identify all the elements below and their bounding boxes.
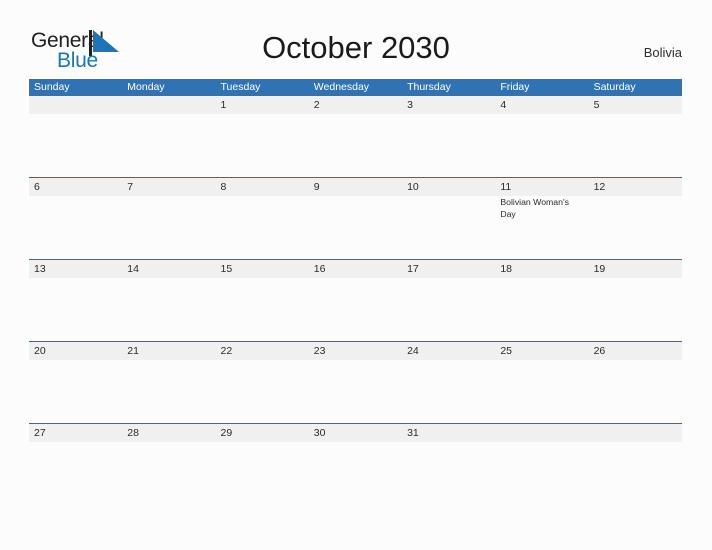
day-number: 5: [593, 99, 600, 111]
day-band: [29, 96, 123, 114]
day-number: 6: [34, 181, 40, 193]
day-cell[interactable]: 13: [29, 260, 123, 340]
day-number: 8: [220, 181, 227, 193]
day-cell[interactable]: 26: [588, 342, 682, 422]
weekday-header-row: Sunday Monday Tuesday Wednesday Thursday…: [29, 79, 682, 96]
region-label: Bolivia: [643, 45, 682, 60]
weekday-header-friday: Friday: [500, 81, 530, 93]
day-cell[interactable]: 12: [588, 178, 682, 258]
day-cell[interactable]: [495, 424, 589, 504]
day-cell[interactable]: [29, 96, 123, 176]
day-band: [402, 96, 496, 114]
day-band: [29, 178, 123, 196]
holiday-label: Bolivian Woman's Day: [500, 197, 569, 219]
day-number: 10: [407, 181, 419, 193]
week-row: 13 14 15 16 17 18 19: [29, 259, 682, 341]
page-title: October 2030: [262, 30, 450, 65]
day-number: 14: [127, 263, 139, 275]
day-number: 30: [313, 427, 326, 439]
day-cell[interactable]: 3: [402, 96, 496, 176]
day-cell[interactable]: 30: [308, 424, 403, 504]
day-cell[interactable]: 16: [308, 260, 403, 340]
weekday-header-saturday: Saturday: [593, 81, 636, 93]
day-number: 11: [500, 181, 512, 193]
weekday-header-thursday: Thursday: [407, 81, 451, 93]
week-row: 27 28 29 30 31: [29, 423, 682, 505]
day-cell[interactable]: 23: [308, 342, 403, 422]
day-cell[interactable]: 25: [495, 342, 589, 422]
day-cell[interactable]: [122, 96, 216, 176]
day-number: 19: [593, 263, 606, 275]
day-cell[interactable]: 5: [588, 96, 682, 176]
day-number: 29: [220, 427, 233, 439]
day-cell[interactable]: 28: [122, 424, 216, 504]
day-cell[interactable]: 27: [29, 424, 123, 504]
day-cell[interactable]: 17: [402, 260, 496, 340]
day-number: 27: [34, 427, 46, 439]
day-cell[interactable]: 18: [495, 260, 589, 340]
day-band: [588, 96, 682, 114]
week-row: 20 21 22 23 24 25 26: [29, 341, 682, 423]
day-band: [215, 178, 309, 196]
day-band: [122, 96, 216, 114]
day-band: [495, 424, 589, 442]
day-band: [122, 178, 216, 196]
day-number: 20: [34, 345, 46, 357]
day-cell[interactable]: 22: [215, 342, 309, 422]
weekday-header-wednesday: Wednesday: [313, 81, 370, 93]
day-cell[interactable]: 19: [588, 260, 682, 340]
day-band: [308, 96, 403, 114]
day-number: 25: [500, 345, 513, 357]
day-band: [215, 96, 309, 114]
day-band: [308, 178, 403, 196]
day-cell[interactable]: 21: [122, 342, 216, 422]
day-cell[interactable]: 15: [215, 260, 309, 340]
day-number: 4: [500, 99, 507, 111]
day-number: 22: [220, 345, 233, 357]
day-cell[interactable]: [588, 424, 682, 504]
calendar-grid: Sunday Monday Tuesday Wednesday Thursday…: [29, 79, 682, 505]
weekday-header-sunday: Sunday: [34, 81, 70, 93]
day-cell[interactable]: 6: [29, 178, 123, 258]
page-masthead: General Blue October 2030 Bolivia: [0, 0, 712, 79]
day-cell[interactable]: 4: [495, 96, 589, 176]
day-number: 28: [127, 427, 139, 439]
day-number: 16: [313, 263, 326, 275]
day-number: 24: [407, 345, 419, 357]
day-number: 3: [407, 99, 413, 111]
day-band: [495, 96, 589, 114]
day-number: 23: [313, 345, 326, 357]
day-cell[interactable]: 8: [215, 178, 309, 258]
weekday-header-tuesday: Tuesday: [220, 81, 261, 93]
day-cell[interactable]: 20: [29, 342, 123, 422]
day-number: 7: [127, 181, 134, 193]
day-number: 15: [220, 263, 233, 275]
day-number: 18: [500, 263, 513, 275]
day-cell[interactable]: 7: [122, 178, 216, 258]
day-cell[interactable]: 2: [308, 96, 403, 176]
day-number: 12: [593, 181, 606, 193]
day-cell-holiday[interactable]: 11 Bolivian Woman's Day: [495, 178, 589, 258]
day-number: 31: [407, 427, 419, 439]
day-cell[interactable]: 1: [215, 96, 309, 176]
day-number: 2: [313, 99, 320, 111]
day-number: 17: [407, 263, 419, 275]
day-number: 9: [313, 181, 320, 193]
week-row: 1 2 3 4 5: [29, 96, 682, 177]
day-cell[interactable]: 9: [308, 178, 403, 258]
day-number: 21: [127, 345, 139, 357]
day-number: 1: [220, 99, 227, 111]
day-number: 13: [34, 263, 46, 275]
week-row: 6 7 8 9 10 11 Bolivian Woman's Day 12: [29, 177, 682, 259]
weekday-header-monday: Monday: [127, 81, 165, 93]
day-cell[interactable]: 14: [122, 260, 216, 340]
day-cell[interactable]: 24: [402, 342, 496, 422]
day-cell[interactable]: 31: [402, 424, 496, 504]
day-band: [588, 424, 682, 442]
day-number: 26: [593, 345, 606, 357]
day-cell[interactable]: 10: [402, 178, 496, 258]
day-cell[interactable]: 29: [215, 424, 309, 504]
